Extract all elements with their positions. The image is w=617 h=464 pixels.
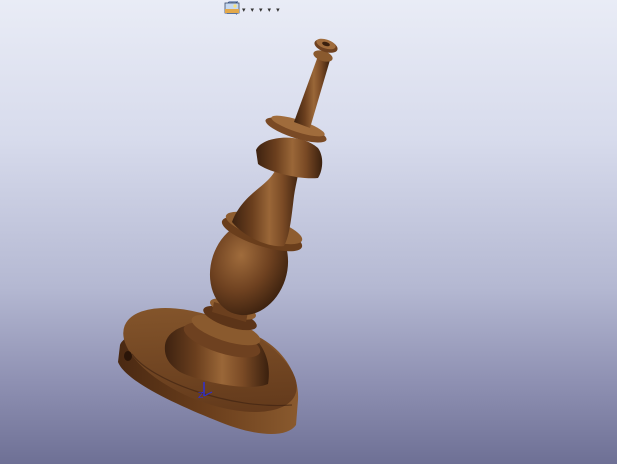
hide-show-items-button[interactable]: ▾ [224, 1, 264, 19]
3d-model-view[interactable]: Z [0, 0, 617, 464]
graphics-area[interactable]: Z ▾ ▾ ▾ ▾ ▾ [0, 0, 617, 464]
view-orientation-button[interactable]: ▾ [225, 1, 247, 19]
upper-collar [256, 115, 327, 179]
apply-scene-button[interactable]: ▾ [224, 1, 281, 19]
edit-appearance-button[interactable]: ▾ [227, 1, 273, 19]
chevron-down-icon: ▾ [276, 5, 280, 14]
chevron-down-icon: ▾ [267, 5, 272, 14]
chevron-down-icon: ▾ [250, 5, 255, 14]
spindle [294, 38, 338, 128]
apply-scene-icon [224, 2, 240, 14]
base-hole [124, 351, 132, 361]
heads-up-view-toolbar: ▾ ▾ ▾ ▾ ▾ [224, 1, 281, 19]
display-style-button[interactable]: ▾ [225, 1, 256, 19]
chevron-down-icon: ▾ [259, 5, 263, 14]
chevron-down-icon: ▾ [242, 5, 246, 14]
triad-z-label: Z [198, 391, 204, 400]
